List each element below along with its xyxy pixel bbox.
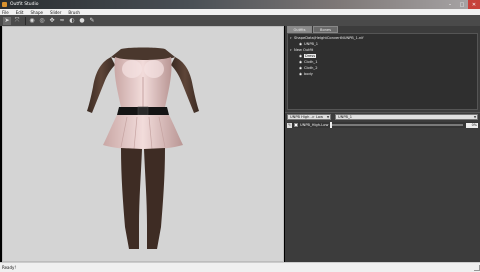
shape-combo[interactable]: UNPB_1 ▼ bbox=[335, 114, 478, 120]
bust-highlight-right bbox=[144, 60, 164, 78]
menu-brush[interactable]: Brush bbox=[68, 10, 80, 15]
3d-viewport[interactable] bbox=[2, 26, 284, 262]
tree-item-label: Cloth_2 bbox=[304, 66, 318, 70]
inflate-brush-icon[interactable]: ◉ bbox=[28, 17, 36, 25]
slider-set-row: UNPB High -> Low ▼ UNPB_1 ▼ bbox=[287, 114, 478, 121]
bust-highlight-left bbox=[122, 60, 142, 78]
right-leg bbox=[144, 148, 165, 249]
status-text: Ready! bbox=[2, 265, 17, 270]
edit-slider-icon[interactable]: ✎ bbox=[287, 122, 292, 128]
window-title: Outfit Studio bbox=[10, 2, 39, 7]
close-button[interactable]: ✕ bbox=[468, 0, 480, 9]
slider-name: UNPB_High-Low bbox=[300, 123, 329, 127]
eye-icon[interactable]: ◉ bbox=[298, 72, 303, 76]
slider-checkbox[interactable] bbox=[294, 123, 298, 127]
title-bar: Outfit Studio – □ ✕ bbox=[0, 0, 480, 9]
eye-icon[interactable]: ◉ bbox=[298, 42, 303, 46]
deflate-brush-icon[interactable]: ◎ bbox=[38, 17, 46, 25]
pin-icon[interactable]: ✎ bbox=[88, 17, 96, 25]
tree-item-label: Dress bbox=[304, 54, 317, 58]
tree-reference-label: ShapeData\HeightConvertNUNPB_1.nif bbox=[294, 36, 364, 40]
eye-icon[interactable]: ◉ bbox=[298, 54, 303, 58]
smooth-brush-icon[interactable]: ≈ bbox=[58, 17, 66, 25]
left-leg bbox=[121, 148, 142, 249]
app-icon bbox=[2, 2, 7, 7]
slider-row: ✎ UNPB_High-Low 0% bbox=[287, 122, 478, 128]
outfit-tree: ▾ ShapeData\HeightConvertNUNPB_1.nif ◉ U… bbox=[287, 33, 478, 110]
panel-divider bbox=[285, 112, 480, 113]
status-bar: Ready! bbox=[0, 262, 480, 272]
minimize-button[interactable]: – bbox=[444, 0, 456, 9]
toolbar-separator bbox=[25, 16, 26, 25]
toolbar: ➤ ⤧ ◉ ◎ ✥ ≈ ◐ ● ✎ bbox=[0, 15, 480, 26]
tree-item-label: Cloth_1 bbox=[304, 60, 318, 64]
move-brush-icon[interactable]: ✥ bbox=[48, 17, 56, 25]
resize-grip-icon[interactable] bbox=[474, 264, 480, 271]
chevron-down-icon: ▼ bbox=[473, 115, 477, 119]
eye-icon[interactable]: ◉ bbox=[298, 66, 303, 70]
right-sleeve bbox=[171, 57, 199, 113]
belt-buckle bbox=[137, 106, 149, 116]
eye-icon[interactable]: ◉ bbox=[298, 60, 303, 64]
tab-bones[interactable]: Bones bbox=[313, 26, 338, 33]
panel-tabs: Outfits Bones bbox=[287, 26, 339, 33]
tree-outfit-label: New Outfit bbox=[294, 48, 314, 52]
slider-track[interactable] bbox=[330, 122, 463, 128]
shape-combo-value: UNPB_1 bbox=[338, 115, 353, 119]
slider-set-combo[interactable]: UNPB High -> Low ▼ bbox=[287, 114, 331, 120]
move-tool-icon[interactable]: ⤧ bbox=[13, 17, 21, 25]
menu-slider[interactable]: Slider bbox=[50, 10, 61, 15]
slider-value-field[interactable]: 0% bbox=[466, 122, 478, 128]
menu-file[interactable]: File bbox=[2, 10, 9, 15]
menu-shape[interactable]: Shape bbox=[30, 10, 43, 15]
menu-edit[interactable]: Edit bbox=[16, 10, 24, 15]
maximize-button[interactable]: □ bbox=[456, 0, 468, 9]
slider-thumb[interactable] bbox=[330, 122, 332, 128]
weight-brush-icon[interactable]: ◐ bbox=[68, 17, 76, 25]
skirt bbox=[103, 115, 183, 150]
color-brush-icon[interactable]: ● bbox=[78, 17, 86, 25]
slider-set-value: UNPB High -> Low bbox=[290, 115, 324, 119]
outfit-model bbox=[87, 47, 199, 249]
select-tool-icon[interactable]: ➤ bbox=[3, 16, 11, 25]
left-sleeve bbox=[87, 57, 115, 113]
right-panel: Outfits Bones ▾ ShapeData\HeightConvertN… bbox=[285, 26, 480, 262]
chevron-down-icon: ▼ bbox=[326, 115, 330, 119]
tab-outfits[interactable]: Outfits bbox=[287, 26, 312, 33]
tree-reference-child-label: UNPB_1 bbox=[304, 42, 319, 46]
tree-item-label: body bbox=[304, 72, 313, 76]
neck-opening bbox=[111, 47, 175, 60]
tree-item-body[interactable]: ◉ body bbox=[288, 71, 477, 77]
